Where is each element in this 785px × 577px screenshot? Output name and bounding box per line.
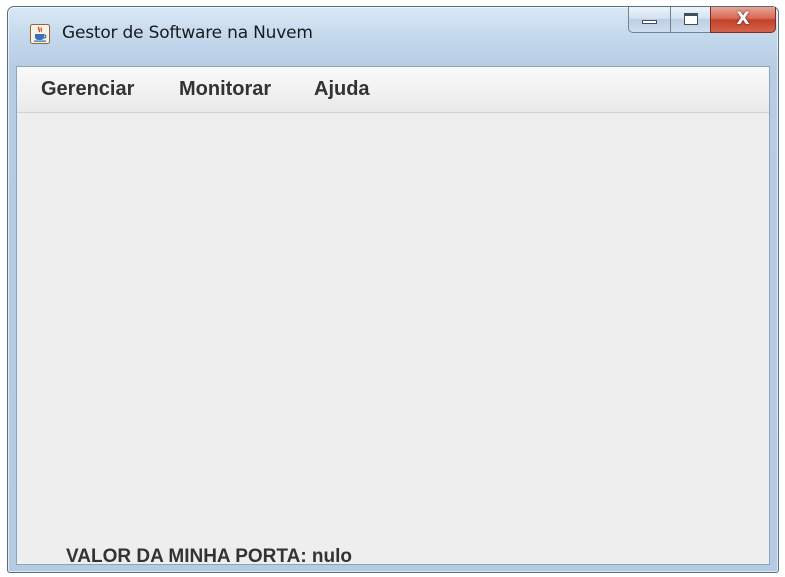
close-icon: X — [736, 9, 750, 29]
minimize-button[interactable] — [628, 7, 670, 33]
maximize-icon — [684, 13, 698, 25]
window-title: Gestor de Software na Nuvem — [62, 23, 313, 43]
application-window: Gestor de Software na Nuvem X Gerenciar … — [7, 6, 779, 573]
close-button[interactable]: X — [710, 7, 776, 33]
menu-ajuda[interactable]: Ajuda — [314, 78, 370, 101]
maximize-button[interactable] — [670, 7, 710, 33]
menu-gerenciar[interactable]: Gerenciar — [41, 78, 134, 101]
title-bar[interactable]: Gestor de Software na Nuvem X — [8, 7, 778, 65]
java-cup-icon[interactable] — [30, 24, 50, 44]
main-panel: VALOR DA MINHA PORTA: nulo — [17, 113, 769, 567]
client-area: Gerenciar Monitorar Ajuda VALOR DA MINHA… — [16, 66, 770, 567]
menu-monitorar[interactable]: Monitorar — [179, 78, 271, 101]
minimize-icon — [642, 20, 657, 24]
port-value-label: VALOR DA MINHA PORTA: nulo — [66, 546, 353, 567]
menu-bar: Gerenciar Monitorar Ajuda — [17, 67, 769, 113]
caption-buttons: X — [628, 7, 776, 33]
